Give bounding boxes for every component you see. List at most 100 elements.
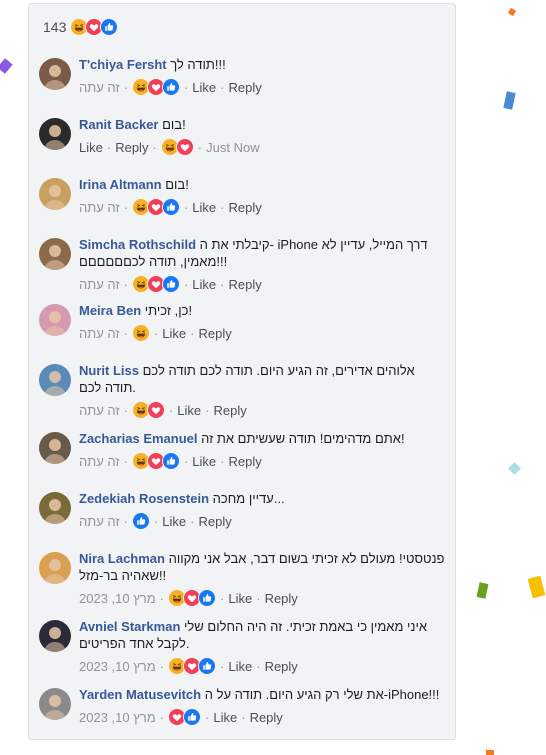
comment-reactions[interactable] [168,708,202,726]
commenter-name[interactable]: T'chiya Fersht [79,57,167,72]
comment-actions: מרץ 10, 2023 · · Like · Reply [79,656,445,676]
separator-dot: · [220,658,225,674]
avatar[interactable] [39,432,71,464]
love-reaction-icon [175,138,194,156]
comment-message: את שלי רק הגיע היום. תודה על ה-iPhone!!! [204,687,440,702]
comment-actions: מרץ 10, 2023 · · Like · Reply [79,588,445,608]
comment-timestamp[interactable]: מרץ 10, 2023 [79,710,156,725]
separator-dot: · [183,276,189,292]
commenter-name[interactable]: Simcha Rothschild [79,237,196,252]
comment-timestamp[interactable]: זה עתה [79,277,120,292]
reply-button[interactable]: Reply [250,710,283,725]
reply-button[interactable]: Reply [213,403,246,418]
comment-text: Simcha Rothschild קיבלתי את ה- iPhone דר… [79,236,445,270]
commenter-name[interactable]: Ranit Backer [79,117,158,132]
comment-timestamp[interactable]: זה עתה [79,454,120,469]
comment-reactions[interactable] [131,512,150,530]
like-button[interactable]: Like [228,591,252,606]
avatar[interactable] [39,238,71,270]
comment-text: Irina Altmann בום! [79,176,445,193]
like-button[interactable]: Like [228,659,252,674]
comment-reactions[interactable] [131,324,150,342]
love-reaction-icon [146,401,165,419]
comment-reactions[interactable] [131,198,180,216]
commenter-name[interactable]: Zedekiah Rosenstein [79,491,209,506]
like-reaction-icon [183,708,202,726]
separator-dot: · [220,199,225,215]
avatar[interactable] [39,492,71,524]
avatar[interactable] [39,58,71,90]
reaction-count: 143 [43,19,67,35]
confetti-piece [508,462,521,475]
avatar[interactable] [39,364,71,396]
reply-button[interactable]: Reply [198,326,231,341]
comment-timestamp[interactable]: Just Now [206,140,259,155]
comment-actions: זה עתה · · Like · Reply [79,511,445,531]
comment-timestamp[interactable]: מרץ 10, 2023 [79,659,156,674]
reply-button[interactable]: Reply [198,514,231,529]
avatar[interactable] [39,552,71,584]
like-button[interactable]: Like [213,710,237,725]
like-button[interactable]: Like [177,403,201,418]
reactions-summary[interactable]: 143 [43,16,119,38]
commenter-name[interactable]: Nurit Liss [79,363,139,378]
avatar[interactable] [39,304,71,336]
avatar[interactable] [39,620,71,652]
separator-dot: · [220,276,225,292]
like-button[interactable]: Like [79,140,103,155]
comment-body: Avniel Starkman איני מאמין כי באמת זכיתי… [79,618,445,676]
comment-reactions[interactable] [168,589,217,607]
comment-actions: Like · Reply · · Just Now [79,137,445,157]
reply-button[interactable]: Reply [228,277,261,292]
like-reaction-icon [161,78,180,96]
comment-reactions[interactable] [131,275,180,293]
commenter-name[interactable]: Meira Ben [79,303,141,318]
avatar[interactable] [39,118,71,150]
comment-timestamp[interactable]: מרץ 10, 2023 [79,591,156,606]
comment-timestamp[interactable]: זה עתה [79,80,120,95]
separator-dot: · [123,513,128,529]
comment-reactions[interactable] [131,452,180,470]
comment-body: Nurit Liss אלוהים אדירים, זה הגיע היום. … [79,362,445,420]
reply-button[interactable]: Reply [228,80,261,95]
comment-text: Nira Lachman פנטסטי! מעולם לא זכיתי בשום… [79,550,445,584]
commenter-name[interactable]: Zacharias Emanuel [79,431,198,446]
comment-actions: זה עתה · · Like · Reply [79,323,445,343]
comment-timestamp[interactable]: זה עתה [79,326,120,341]
like-button[interactable]: Like [162,514,186,529]
like-button[interactable]: Like [192,277,216,292]
commenter-name[interactable]: Nira Lachman [79,551,165,566]
reply-button[interactable]: Reply [265,659,298,674]
like-reaction-icon [161,275,180,293]
comment-reactions[interactable] [131,78,180,96]
reply-button[interactable]: Reply [228,454,261,469]
comment-timestamp[interactable]: זה עתה [79,200,120,215]
reply-button[interactable]: Reply [115,140,148,155]
comment-actions: זה עתה · · Like · Reply [79,400,445,420]
reply-button[interactable]: Reply [228,200,261,215]
like-reaction-icon [100,18,119,36]
confetti-piece [503,91,516,110]
comment-reactions[interactable] [168,657,217,675]
comment-body: Ranit Backer בום! Like · Reply · · Just Now [79,116,445,157]
confetti-piece [476,582,489,599]
separator-dot: · [183,199,189,215]
comment-body: Simcha Rothschild קיבלתי את ה- iPhone דר… [79,236,445,294]
comment-timestamp[interactable]: זה עתה [79,514,120,529]
separator-dot: · [256,590,261,606]
like-button[interactable]: Like [192,200,216,215]
comment-reactions[interactable] [131,401,165,419]
commenter-name[interactable]: Avniel Starkman [79,619,180,634]
avatar[interactable] [39,688,71,720]
like-button[interactable]: Like [192,454,216,469]
commenter-name[interactable]: Yarden Matusevitch [79,687,201,702]
separator-dot: · [159,709,165,725]
reply-button[interactable]: Reply [265,591,298,606]
comment-timestamp[interactable]: זה עתה [79,403,120,418]
like-button[interactable]: Like [162,326,186,341]
commenter-name[interactable]: Irina Altmann [79,177,162,192]
avatar[interactable] [39,178,71,210]
comment-text: Zacharias Emanuel אתם מדהימים! תודה שעשי… [79,430,445,447]
like-button[interactable]: Like [192,80,216,95]
comment-reactions[interactable] [160,138,194,156]
